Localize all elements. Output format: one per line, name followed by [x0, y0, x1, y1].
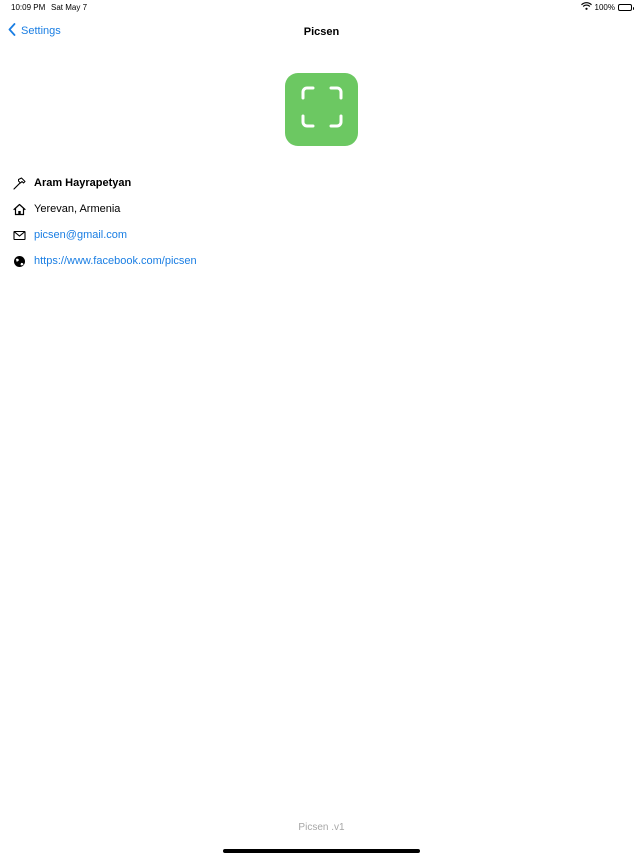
- scan-frame-icon: [301, 86, 343, 133]
- battery-percent: 100%: [594, 2, 615, 12]
- location-text: Yerevan, Armenia: [34, 203, 121, 215]
- envelope-icon: [13, 229, 26, 242]
- email-link[interactable]: picsen@gmail.com: [34, 229, 127, 241]
- app-icon: [285, 73, 358, 146]
- status-date: Sat May 7: [51, 3, 88, 12]
- email-row[interactable]: picsen@gmail.com: [13, 222, 613, 248]
- version-label: Picsen .v1: [298, 822, 345, 833]
- wifi-icon: [580, 2, 592, 12]
- status-indicators: 100%: [580, 2, 634, 12]
- developer-name-row: Aram Hayrapetyan: [13, 170, 613, 196]
- website-row[interactable]: https://www.facebook.com/picsen: [13, 248, 613, 274]
- hammer-icon: [13, 177, 26, 190]
- developer-name: Aram Hayrapetyan: [34, 177, 132, 189]
- battery-icon: [618, 3, 634, 11]
- status-time: 10:09 PM: [11, 3, 46, 12]
- home-indicator: [223, 849, 420, 853]
- developer-info-list: Aram Hayrapetyan Yerevan, Armenia picsen…: [13, 170, 613, 274]
- website-link[interactable]: https://www.facebook.com/picsen: [34, 255, 197, 267]
- globe-icon: [13, 255, 26, 268]
- house-icon: [13, 203, 26, 216]
- page-title: Picsen: [303, 26, 340, 38]
- status-bar: 10:09 PM Sat May 7 100%: [0, 0, 643, 16]
- navigation-bar: Settings Picsen: [0, 20, 643, 44]
- location-row: Yerevan, Armenia: [13, 196, 613, 222]
